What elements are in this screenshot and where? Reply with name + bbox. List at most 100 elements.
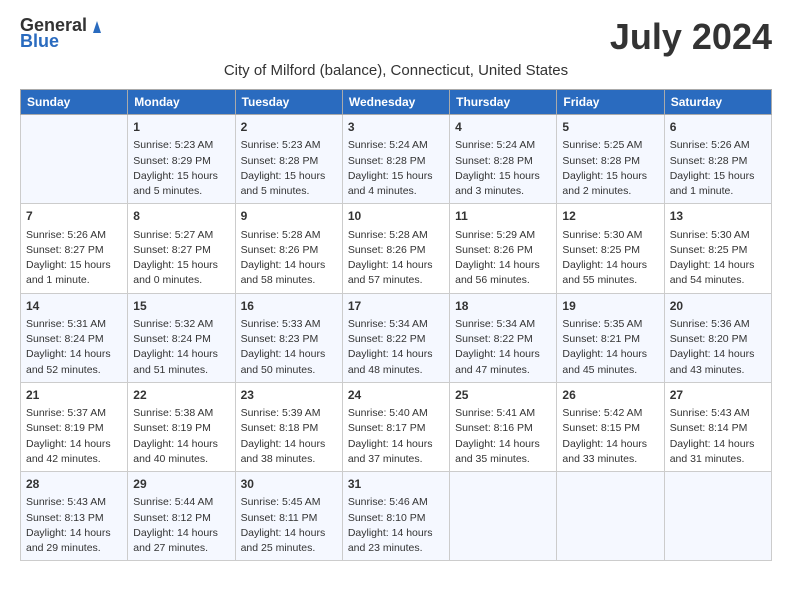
calendar-cell: 24Sunrise: 5:40 AMSunset: 8:17 PMDayligh… [342, 382, 449, 471]
day-info: Sunrise: 5:30 AMSunset: 8:25 PMDaylight:… [670, 228, 766, 289]
day-info: Sunrise: 5:23 AMSunset: 8:28 PMDaylight:… [241, 138, 337, 199]
calendar-cell: 10 Sunrise: 5:28 AMSunset: 8:26 PMDayligh… [342, 204, 449, 293]
logo: General Blue [20, 16, 107, 52]
calendar-cell: 2 Sunrise: 5:23 AMSunset: 8:28 PMDaylight… [235, 115, 342, 204]
day-info: Sunrise: 5:24 AMSunset: 8:28 PMDaylight:… [455, 138, 551, 199]
day-number: 12 [562, 208, 658, 225]
calendar-cell: 5 Sunrise: 5:25 AMSunset: 8:28 PMDaylight… [557, 115, 664, 204]
header-monday: Monday [128, 90, 235, 115]
day-info: Sunrise: 5:36 AMSunset: 8:20 PMDaylight:… [670, 317, 766, 378]
calendar-cell: 11 Sunrise: 5:29 AMSunset: 8:26 PMDayligh… [450, 204, 557, 293]
calendar-cell: 23 Sunrise: 5:39 AMSunset: 8:18 PMDayligh… [235, 382, 342, 471]
day-number: 11 [455, 208, 551, 225]
calendar-cell: 8 Sunrise: 5:27 AMSunset: 8:27 PMDaylight… [128, 204, 235, 293]
calendar-cell [450, 472, 557, 561]
day-info: Sunrise: 5:39 AMSunset: 8:18 PMDaylight:… [241, 406, 337, 467]
day-number: 16 [241, 298, 337, 315]
day-number: 22 [133, 387, 229, 404]
day-number: 31 [348, 476, 444, 493]
page-header: General Blue July 2024 [20, 16, 772, 58]
calendar-cell: 4 Sunrise: 5:24 AMSunset: 8:28 PMDaylight… [450, 115, 557, 204]
day-info: Sunrise: 5:43 AMSunset: 8:13 PMDaylight:… [26, 495, 122, 556]
calendar-cell: 7Sunrise: 5:26 AMSunset: 8:27 PMDaylight… [21, 204, 128, 293]
calendar-cell: 25 Sunrise: 5:41 AMSunset: 8:16 PMDayligh… [450, 382, 557, 471]
day-info: Sunrise: 5:45 AMSunset: 8:11 PMDaylight:… [241, 495, 337, 556]
day-info: Sunrise: 5:27 AMSunset: 8:27 PMDaylight:… [133, 228, 229, 289]
calendar-cell: 30 Sunrise: 5:45 AMSunset: 8:11 PMDayligh… [235, 472, 342, 561]
calendar-cell: 13 Sunrise: 5:30 AMSunset: 8:25 PMDayligh… [664, 204, 771, 293]
calendar-cell: 18 Sunrise: 5:34 AMSunset: 8:22 PMDayligh… [450, 293, 557, 382]
day-number: 3 [348, 119, 444, 136]
day-number: 5 [562, 119, 658, 136]
calendar-cell: 20 Sunrise: 5:36 AMSunset: 8:20 PMDayligh… [664, 293, 771, 382]
calendar-cell [664, 472, 771, 561]
calendar-cell: 29 Sunrise: 5:44 AMSunset: 8:12 PMDayligh… [128, 472, 235, 561]
day-number: 18 [455, 298, 551, 315]
day-number: 8 [133, 208, 229, 225]
day-info: Sunrise: 5:41 AMSunset: 8:16 PMDaylight:… [455, 406, 551, 467]
calendar-cell: 28Sunrise: 5:43 AMSunset: 8:13 PMDayligh… [21, 472, 128, 561]
logo-blue: Blue [20, 32, 59, 52]
day-info: Sunrise: 5:35 AMSunset: 8:21 PMDaylight:… [562, 317, 658, 378]
day-number: 25 [455, 387, 551, 404]
calendar-cell: 15 Sunrise: 5:32 AMSunset: 8:24 PMDayligh… [128, 293, 235, 382]
calendar-week-row: 21 Sunrise: 5:37 AMSunset: 8:19 PMDayligh… [21, 382, 772, 471]
day-info: Sunrise: 5:30 AMSunset: 8:25 PMDaylight:… [562, 228, 658, 289]
calendar-cell: 27Sunrise: 5:43 AMSunset: 8:14 PMDayligh… [664, 382, 771, 471]
calendar-cell: 17Sunrise: 5:34 AMSunset: 8:22 PMDayligh… [342, 293, 449, 382]
calendar-header-row: SundayMondayTuesdayWednesdayThursdayFrid… [21, 90, 772, 115]
day-info: Sunrise: 5:23 AMSunset: 8:29 PMDaylight:… [133, 138, 229, 199]
day-info: Sunrise: 5:28 AMSunset: 8:26 PMDaylight:… [241, 228, 337, 289]
day-info: Sunrise: 5:34 AMSunset: 8:22 PMDaylight:… [455, 317, 551, 378]
day-number: 10 [348, 208, 444, 225]
day-info: Sunrise: 5:29 AMSunset: 8:26 PMDaylight:… [455, 228, 551, 289]
month-title: July 2024 [610, 16, 772, 58]
page-subtitle: City of Milford (balance), Connecticut, … [20, 62, 772, 79]
calendar-cell [557, 472, 664, 561]
calendar-cell: 22 Sunrise: 5:38 AMSunset: 8:19 PMDayligh… [128, 382, 235, 471]
day-number: 21 [26, 387, 122, 404]
day-number: 23 [241, 387, 337, 404]
calendar-cell: 12 Sunrise: 5:30 AMSunset: 8:25 PMDayligh… [557, 204, 664, 293]
header-thursday: Thursday [450, 90, 557, 115]
day-info: Sunrise: 5:38 AMSunset: 8:19 PMDaylight:… [133, 406, 229, 467]
calendar-week-row: 1Sunrise: 5:23 AMSunset: 8:29 PMDaylight… [21, 115, 772, 204]
calendar-cell: 14Sunrise: 5:31 AMSunset: 8:24 PMDayligh… [21, 293, 128, 382]
day-number: 24 [348, 387, 444, 404]
day-number: 2 [241, 119, 337, 136]
calendar-cell [21, 115, 128, 204]
day-number: 14 [26, 298, 122, 315]
day-info: Sunrise: 5:25 AMSunset: 8:28 PMDaylight:… [562, 138, 658, 199]
day-number: 29 [133, 476, 229, 493]
day-info: Sunrise: 5:24 AMSunset: 8:28 PMDaylight:… [348, 138, 444, 199]
day-info: Sunrise: 5:28 AMSunset: 8:26 PMDaylight:… [348, 228, 444, 289]
day-info: Sunrise: 5:42 AMSunset: 8:15 PMDaylight:… [562, 406, 658, 467]
day-number: 4 [455, 119, 551, 136]
day-info: Sunrise: 5:33 AMSunset: 8:23 PMDaylight:… [241, 317, 337, 378]
calendar-week-row: 28Sunrise: 5:43 AMSunset: 8:13 PMDayligh… [21, 472, 772, 561]
day-number: 9 [241, 208, 337, 225]
day-number: 20 [670, 298, 766, 315]
day-number: 15 [133, 298, 229, 315]
calendar-cell: 19Sunrise: 5:35 AMSunset: 8:21 PMDayligh… [557, 293, 664, 382]
logo-triangle-icon [88, 17, 106, 35]
day-info: Sunrise: 5:44 AMSunset: 8:12 PMDaylight:… [133, 495, 229, 556]
day-number: 17 [348, 298, 444, 315]
day-number: 27 [670, 387, 766, 404]
header-tuesday: Tuesday [235, 90, 342, 115]
header-friday: Friday [557, 90, 664, 115]
day-number: 13 [670, 208, 766, 225]
calendar-cell: 26Sunrise: 5:42 AMSunset: 8:15 PMDayligh… [557, 382, 664, 471]
calendar-week-row: 14Sunrise: 5:31 AMSunset: 8:24 PMDayligh… [21, 293, 772, 382]
calendar-table: SundayMondayTuesdayWednesdayThursdayFrid… [20, 89, 772, 561]
calendar-cell: 3 Sunrise: 5:24 AMSunset: 8:28 PMDaylight… [342, 115, 449, 204]
calendar-cell: 6Sunrise: 5:26 AMSunset: 8:28 PMDaylight… [664, 115, 771, 204]
calendar-cell: 16 Sunrise: 5:33 AMSunset: 8:23 PMDayligh… [235, 293, 342, 382]
header-wednesday: Wednesday [342, 90, 449, 115]
day-info: Sunrise: 5:26 AMSunset: 8:27 PMDaylight:… [26, 228, 122, 289]
day-info: Sunrise: 5:32 AMSunset: 8:24 PMDaylight:… [133, 317, 229, 378]
day-info: Sunrise: 5:37 AMSunset: 8:19 PMDaylight:… [26, 406, 122, 467]
header-sunday: Sunday [21, 90, 128, 115]
day-number: 30 [241, 476, 337, 493]
day-info: Sunrise: 5:46 AMSunset: 8:10 PMDaylight:… [348, 495, 444, 556]
